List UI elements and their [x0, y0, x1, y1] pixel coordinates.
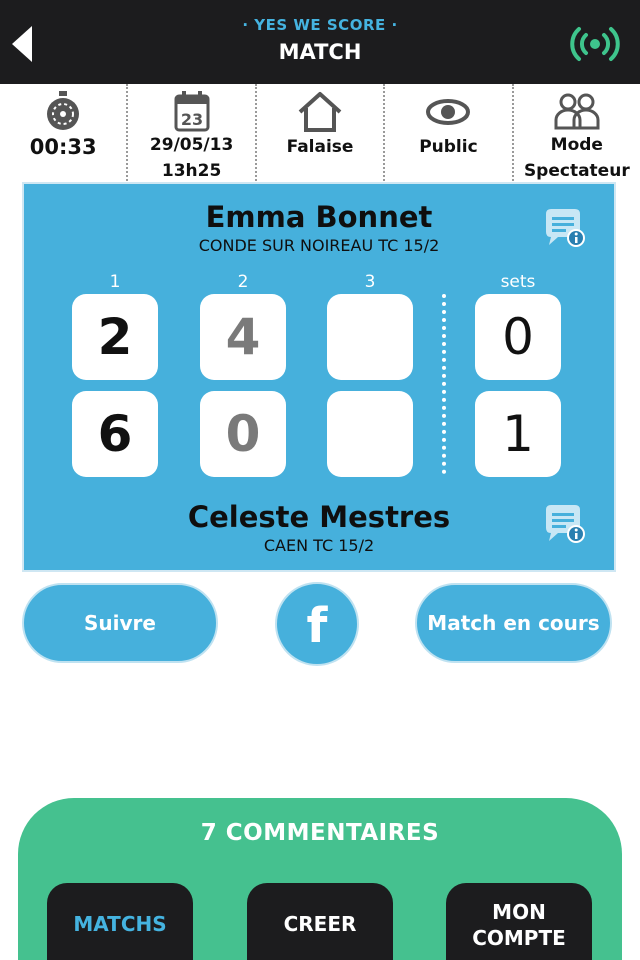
- mode-line-1: Mode: [550, 135, 603, 155]
- match-venue: Falaise: [286, 137, 354, 157]
- bottom-panel: 7 COMMENTAIRES MATCHS CREER MON COMPTE: [18, 798, 622, 960]
- app-brand: · YES WE SCORE ·: [242, 16, 398, 34]
- match-time: 13h25: [161, 161, 222, 181]
- player-1-set-2-score: 4: [200, 294, 286, 380]
- home-icon: [298, 92, 342, 132]
- set-3-label: 3: [364, 272, 376, 292]
- player-2-set-2-score: 0: [200, 391, 286, 477]
- calendar-day-label: 23: [180, 110, 202, 129]
- follow-button[interactable]: Suivre: [22, 583, 218, 663]
- match-date-time: 29/05/13 13h25: [128, 132, 254, 184]
- match-info-row: 00:33 23 29/05/13 13h25 Falaise Public M…: [0, 84, 640, 184]
- info-datetime: 23 29/05/13 13h25: [126, 84, 254, 184]
- tab-creer-label: CREER: [283, 912, 357, 936]
- tab-matchs-label: MATCHS: [73, 912, 167, 936]
- tab-mon-compte[interactable]: MON COMPTE: [446, 883, 592, 960]
- live-broadcast-icon[interactable]: [570, 24, 620, 64]
- player-2-set-3-score: [327, 391, 413, 477]
- player-1-club: CONDE SUR NOIREAU TC 15/2: [198, 236, 440, 255]
- sets-total-label: sets: [500, 272, 536, 292]
- info-mode: Mode Spectateur: [511, 84, 640, 184]
- spectators-icon: [554, 93, 600, 130]
- player-2-club: CAEN TC 15/2: [263, 536, 375, 555]
- match-mode: Mode Spectateur: [514, 132, 640, 184]
- sets-divider: [442, 294, 446, 474]
- match-date: 29/05/13: [149, 135, 234, 155]
- player-2-name: Celeste Mestres: [187, 500, 451, 534]
- info-venue: Falaise: [254, 84, 383, 184]
- match-screen: · YES WE SCORE · MATCH 00:33 23 29/05/13…: [0, 0, 640, 960]
- match-timer: 00:33: [29, 135, 97, 159]
- calendar-icon: 23: [174, 91, 210, 132]
- stopwatch-icon: [47, 91, 80, 130]
- player-2-sets-won: 1: [475, 391, 561, 477]
- top-bar: · YES WE SCORE · MATCH: [0, 0, 640, 84]
- facebook-share-button[interactable]: f: [275, 582, 359, 666]
- info-timer: 00:33: [0, 84, 126, 184]
- tab-mon-compte-line-2: COMPTE: [472, 926, 566, 950]
- comments-link[interactable]: 7 COMMENTAIRES: [18, 820, 622, 846]
- tab-mon-compte-label: MON COMPTE: [446, 899, 592, 951]
- set-2-label: 2: [237, 272, 249, 292]
- tab-creer[interactable]: CREER: [247, 883, 393, 960]
- set-1-label: 1: [109, 272, 121, 292]
- player-1-set-1-score: 2: [72, 294, 158, 380]
- scoreboard-panel: Emma Bonnet CONDE SUR NOIREAU TC 15/2 1 …: [22, 182, 616, 572]
- player-1-sets-won: 0: [475, 294, 561, 380]
- player-2-info-chat-icon[interactable]: [542, 502, 588, 546]
- player-1-name: Emma Bonnet: [205, 200, 433, 234]
- page-title: MATCH: [278, 40, 362, 64]
- player-1-info-chat-icon[interactable]: [542, 206, 588, 250]
- match-status-button[interactable]: Match en cours: [415, 583, 612, 663]
- match-visibility: Public: [419, 137, 478, 157]
- tab-mon-compte-line-1: MON: [492, 900, 546, 924]
- info-visibility: Public: [383, 84, 511, 184]
- eye-icon: [426, 99, 471, 125]
- player-2-set-1-score: 6: [72, 391, 158, 477]
- player-1-set-3-score: [327, 294, 413, 380]
- tab-matchs[interactable]: MATCHS: [47, 883, 193, 960]
- mode-line-2: Spectateur: [523, 161, 630, 181]
- facebook-icon: f: [306, 598, 328, 654]
